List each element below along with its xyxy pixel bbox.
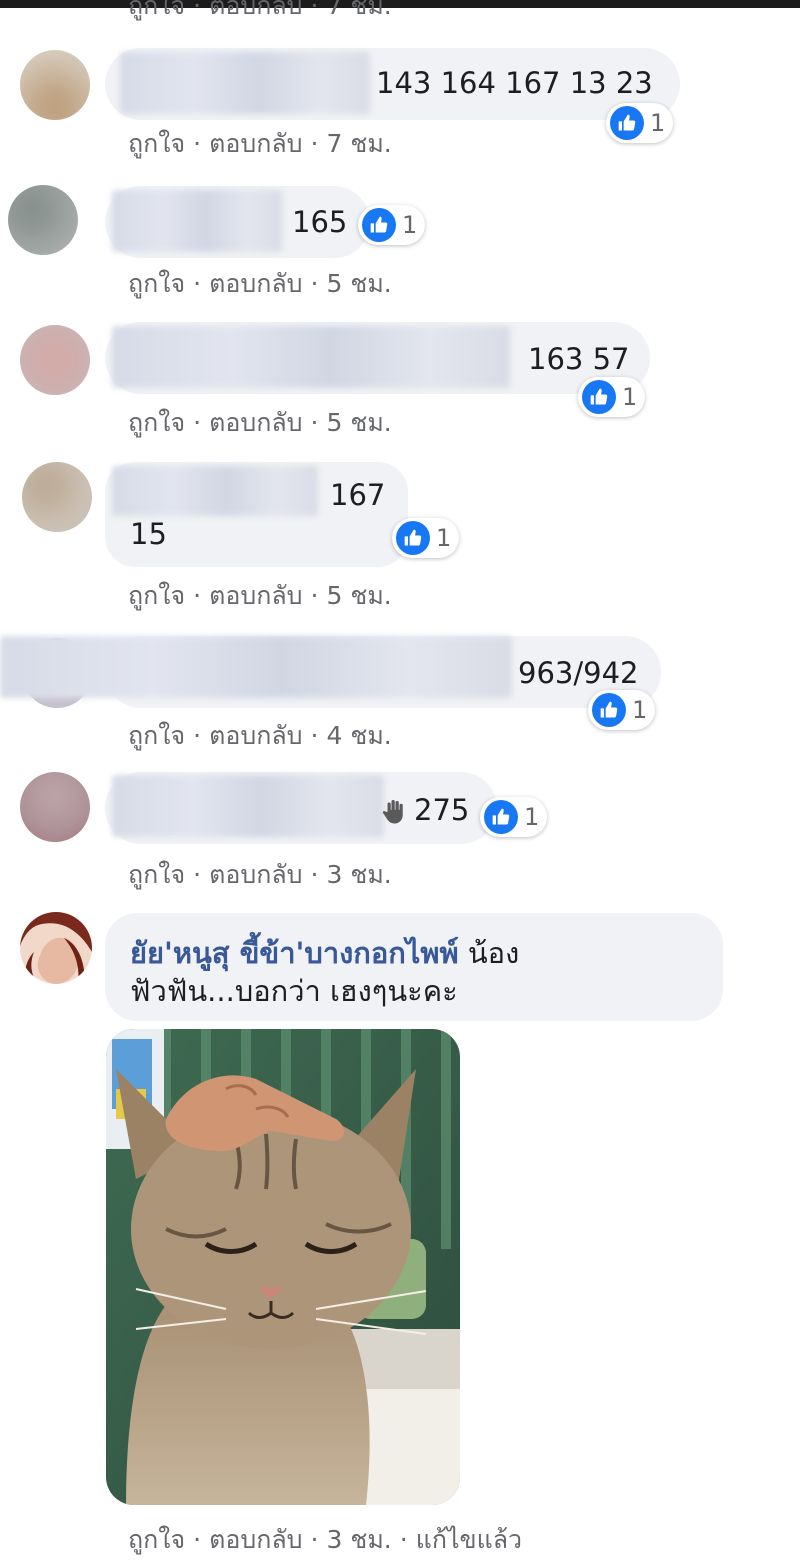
like-link[interactable]: ถูกใจ: [128, 124, 185, 164]
cat-photo[interactable]: [106, 1029, 460, 1505]
reaction-badge[interactable]: 1: [480, 797, 548, 837]
like-link[interactable]: ถูกใจ: [128, 855, 185, 895]
edited-label[interactable]: แก้ไขแล้ว: [416, 1520, 522, 1560]
avatar[interactable]: [20, 772, 90, 842]
comment-text-start: น้อง: [467, 936, 520, 970]
like-link[interactable]: ถูกใจ: [128, 1520, 185, 1560]
like-link[interactable]: ถูกใจ: [128, 0, 185, 26]
top-edge: [0, 0, 800, 8]
reaction-count: 1: [524, 803, 540, 831]
comment-time: 3 ชม.: [326, 1525, 392, 1554]
like-link[interactable]: ถูกใจ: [128, 716, 185, 756]
comment-text: 165: [292, 205, 348, 239]
avatar[interactable]: [20, 50, 90, 120]
comment-text: 163 57: [528, 342, 630, 376]
reply-link[interactable]: ตอบกลับ: [209, 0, 302, 26]
reply-link[interactable]: ตอบกลับ: [209, 716, 302, 756]
comment-time: 7 ชม.: [326, 129, 392, 158]
comment-time: 5 ชม.: [326, 408, 392, 437]
comment-time: 7 ชม.: [326, 0, 392, 20]
comment-text-line-2: ฟัวฟัน...บอกว่า เฮงๆนะคะ: [130, 974, 458, 1008]
comment-meta: ถูกใจ · ตอบกลับ · 5 ชม.: [128, 403, 392, 443]
redacted-author-name[interactable]: [112, 775, 384, 837]
like-link[interactable]: ถูกใจ: [128, 264, 185, 304]
like-icon: [592, 693, 626, 727]
reaction-count: 1: [632, 696, 648, 724]
redacted-author-name[interactable]: [112, 190, 282, 252]
reply-link[interactable]: ตอบกลับ: [209, 1520, 302, 1560]
comment-text-line-2: 15: [130, 517, 167, 551]
reply-link[interactable]: ตอบกลับ: [209, 124, 302, 164]
redacted-author-name[interactable]: [112, 466, 318, 516]
reaction-count: 1: [436, 524, 452, 552]
partial-comment-meta: ถูกใจ · ตอบกลับ · 7 ชม.: [128, 0, 392, 26]
comment-meta: ถูกใจ · ตอบกลับ · 7 ชม.: [128, 124, 392, 164]
comment-time: 3 ชม.: [326, 860, 392, 889]
like-link[interactable]: ถูกใจ: [128, 576, 185, 616]
avatar[interactable]: [20, 912, 92, 984]
like-icon: [362, 208, 396, 242]
reaction-count: 1: [622, 383, 638, 411]
comment-meta: ถูกใจ · ตอบกลับ · 4 ชม.: [128, 716, 392, 756]
reply-link[interactable]: ตอบกลับ: [209, 576, 302, 616]
comment-meta: ถูกใจ · ตอบกลับ · 5 ชม.: [128, 264, 392, 304]
reaction-badge[interactable]: 1: [578, 377, 646, 417]
reaction-badge[interactable]: 1: [588, 690, 656, 730]
comment-text: 963/942: [518, 656, 639, 690]
comment-meta: ถูกใจ · ตอบกลับ · 5 ชม.: [128, 576, 392, 616]
raised-hand-icon: [380, 796, 410, 830]
redacted-author-name[interactable]: [112, 326, 510, 388]
reaction-count: 1: [402, 211, 418, 239]
reaction-badge[interactable]: 1: [392, 518, 460, 558]
comment-text-line-1: 167: [330, 478, 386, 512]
redacted-author-name[interactable]: [0, 636, 512, 698]
like-icon: [610, 106, 644, 140]
comment-meta: ถูกใจ · ตอบกลับ · 3 ชม.: [128, 855, 392, 895]
avatar[interactable]: [22, 462, 92, 532]
like-icon: [484, 800, 518, 834]
reaction-badge[interactable]: 1: [358, 205, 426, 245]
reaction-count: 1: [650, 109, 666, 137]
like-icon: [396, 521, 430, 555]
comment-time: 5 ชม.: [326, 269, 392, 298]
reply-link[interactable]: ตอบกลับ: [209, 855, 302, 895]
avatar[interactable]: [8, 185, 78, 255]
comment-author[interactable]: ยัย'หนูสุ ขี้ข้า'บางกอกไพพ์: [130, 936, 459, 970]
redacted-author-name[interactable]: [120, 52, 370, 114]
like-icon: [582, 380, 616, 414]
reply-link[interactable]: ตอบกลับ: [209, 403, 302, 443]
comment-text: 143 164 167 13 23: [376, 66, 653, 100]
avatar[interactable]: [20, 325, 90, 395]
reaction-badge[interactable]: 1: [606, 103, 674, 143]
comment-time: 4 ชม.: [326, 721, 392, 750]
comment-time: 5 ชม.: [326, 581, 392, 610]
comment-meta: ถูกใจ · ตอบกลับ · 3 ชม. · แก้ไขแล้ว: [128, 1520, 522, 1560]
reply-link[interactable]: ตอบกลับ: [209, 264, 302, 304]
like-link[interactable]: ถูกใจ: [128, 403, 185, 443]
comment-text: 275: [414, 793, 470, 827]
